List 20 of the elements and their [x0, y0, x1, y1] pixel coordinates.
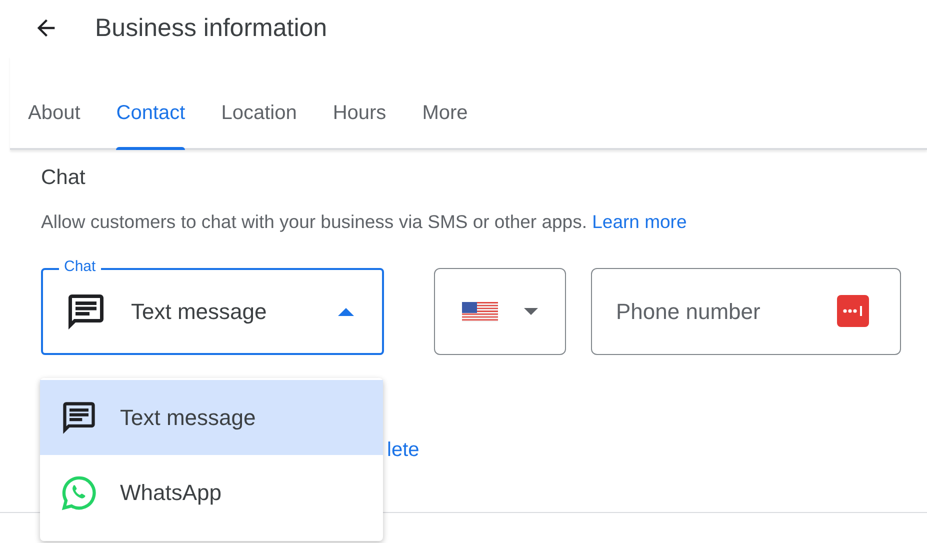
- page-title: Business information: [95, 14, 328, 42]
- phone-bubble-icon: [60, 474, 98, 512]
- tab[interactable]: Contact: [98, 102, 204, 150]
- menu-item[interactable]: Text message: [40, 380, 383, 455]
- link-text[interactable]: lete: [387, 439, 420, 462]
- tab[interactable]: About: [10, 102, 98, 150]
- section-title: Chat: [41, 166, 86, 190]
- select-value: Text message: [131, 298, 268, 324]
- menu-item[interactable]: WhatsApp: [40, 455, 383, 530]
- caret-icon: [524, 308, 538, 315]
- caret-icon: [338, 308, 354, 316]
- section-description: Allow customers to chat with your business via SMS or other apps.: [41, 211, 587, 232]
- tab[interactable]: Location: [203, 102, 315, 150]
- tab[interactable]: More: [404, 102, 486, 150]
- phone-field[interactable]: Phone number: [591, 268, 901, 355]
- dots-icon: [837, 295, 869, 327]
- country-select[interactable]: [434, 268, 566, 355]
- learn-more-link[interactable]: Learn more: [592, 211, 687, 232]
- flag-icon: [462, 302, 498, 322]
- tab[interactable]: Hours: [314, 102, 404, 150]
